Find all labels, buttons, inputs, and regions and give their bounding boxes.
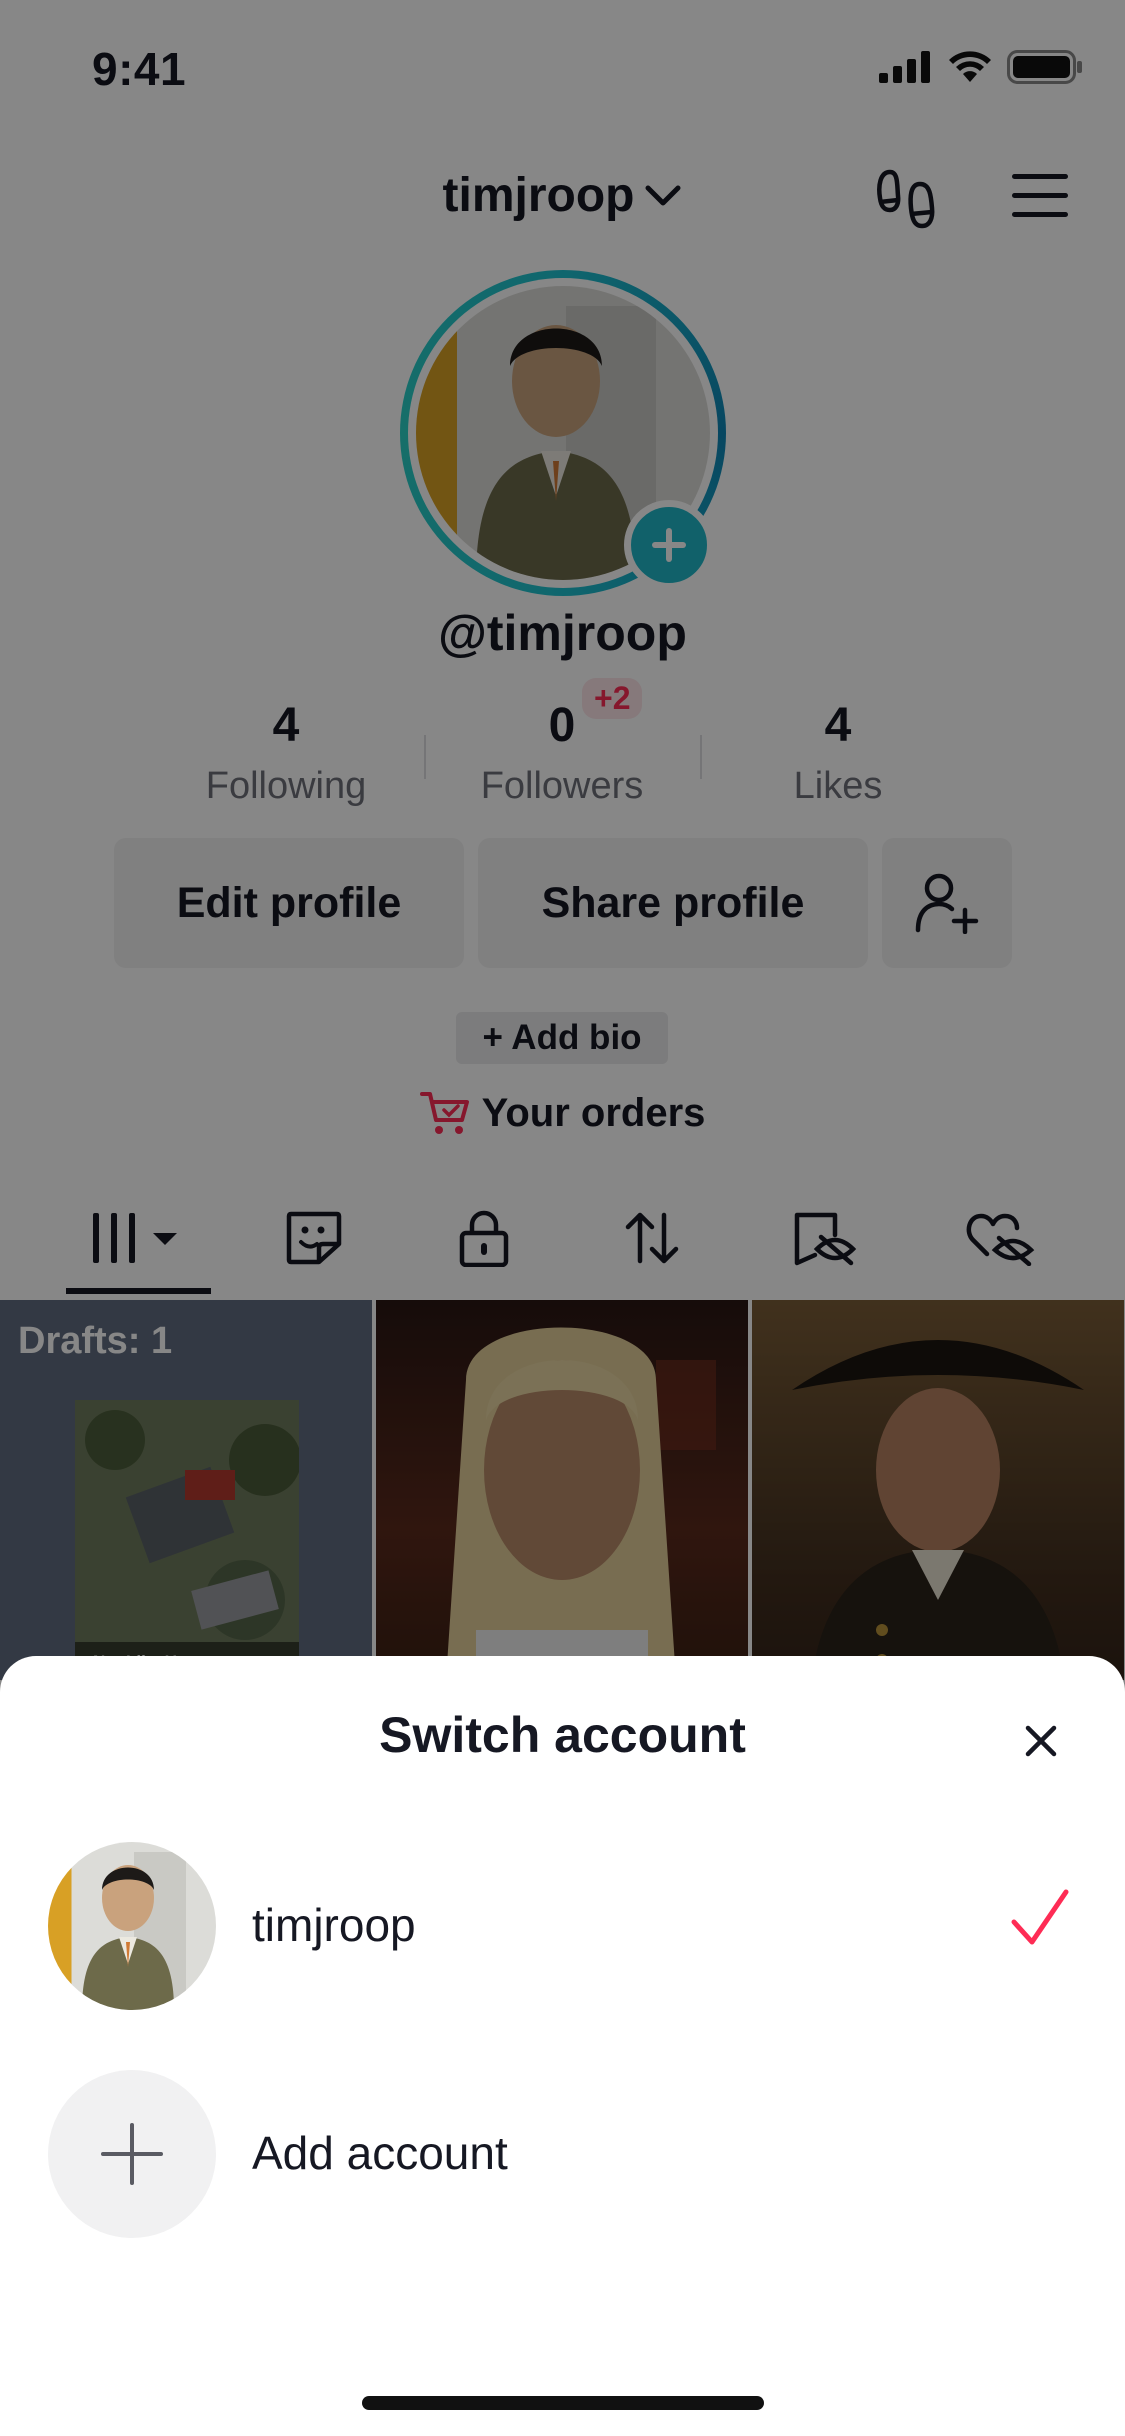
add-account-label: Add account — [252, 2127, 508, 2179]
add-account-row[interactable]: Add account — [0, 2070, 1125, 2250]
add-account-icon-circle — [48, 2070, 216, 2238]
avatar — [48, 1842, 216, 2010]
switch-account-sheet: Switch account timjroop Add account — [0, 1656, 1125, 2436]
plus-icon — [101, 2123, 163, 2185]
sheet-title: Switch account — [379, 1707, 746, 1763]
account-name: timjroop — [252, 1899, 416, 1951]
close-button[interactable] — [1016, 1716, 1066, 1766]
home-indicator[interactable] — [362, 2396, 764, 2410]
close-icon — [1025, 1725, 1057, 1757]
profile-screen: 9:41 timjroop @timjroop 4 Following 0 Fo… — [0, 0, 1125, 2436]
checkmark-icon — [1011, 1889, 1069, 1945]
account-row-timjroop[interactable]: timjroop — [0, 1842, 1125, 2022]
